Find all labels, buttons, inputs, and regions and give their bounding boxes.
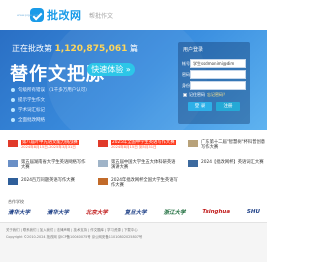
remember-label: 记住密码 — [189, 92, 205, 97]
role-label: 身份 — [182, 83, 190, 88]
partner-logo[interactable]: 浙江大学 — [164, 208, 186, 216]
contest-thumbnail — [98, 140, 108, 147]
remember-row: 记住密码 忘记密码？ — [183, 92, 227, 98]
logo-text: 批改网 — [47, 9, 82, 22]
feature-text: 提示学生作文 — [18, 98, 45, 103]
role-select[interactable] — [190, 81, 246, 90]
contest-thumbnail — [8, 160, 18, 167]
contest-title[interactable]: 2024【批改网杯】英语词汇大赛 — [201, 160, 264, 165]
partner-logo[interactable]: 清华大学 — [8, 208, 30, 216]
feature-item: 提示学生作文 — [11, 95, 90, 105]
partners-title: 合作学校 — [8, 199, 24, 204]
contest-date: 2024年8月15日 到5月31日 — [111, 145, 157, 149]
partner-logo[interactable]: 清华大学 — [47, 208, 69, 216]
bullet-icon — [11, 118, 15, 122]
username-label: 帐号 — [182, 61, 190, 66]
list-item[interactable]: 2024【批改网杯】英语词汇大赛 — [188, 160, 272, 167]
list-item[interactable]: 第五届中国大学生五大体科研英语 演讲大赛 — [98, 160, 182, 170]
list-item[interactable]: 第八届叶中先语文能力挑战赛 2024年8月15日-2025年3月31日 — [8, 140, 92, 150]
contest-thumbnail — [8, 178, 18, 185]
list-item[interactable]: 2024年批改网杯全国大学生英语写 作大赛 — [98, 178, 182, 188]
partner-logo[interactable]: Tsinghua — [202, 209, 230, 215]
footer-links[interactable]: 关于我们 | 联系我们 | 加入我们 | 法律声明 | 技术支持 | 作文题库 … — [6, 227, 138, 232]
header-tagline: 帮批作文 — [89, 13, 114, 20]
contest-thumbnail — [98, 178, 108, 185]
feature-item: 学术词汇标记 — [11, 105, 90, 115]
partner-logos: 清华大学 清华大学 北京大学 复旦大学 浙江大学 Tsinghua SHU — [8, 206, 260, 218]
bullet-icon — [11, 108, 15, 112]
password-label: 密码 — [182, 72, 190, 77]
feature-text: 全面批改网络 — [18, 118, 45, 123]
list-item[interactable]: 2024百万同题英语写作大赛 — [8, 178, 92, 185]
login-button[interactable]: 登 录 — [188, 102, 212, 111]
bullet-icon — [11, 88, 15, 92]
contest-thumbnail — [188, 160, 198, 167]
partner-logo[interactable]: SHU — [247, 209, 260, 215]
site-header: 批改网 www.pigai.org 帮批作文 — [0, 0, 267, 30]
partner-logo[interactable]: 北京大学 — [86, 208, 108, 216]
logo-url: www.pigai.org — [17, 13, 39, 17]
quick-try-button[interactable]: 快速体验 » — [87, 63, 135, 76]
login-panel: 用户登录 帐号 学生ssdmonimi@dim 密码 身份 记住密码 忘记密码？… — [178, 42, 250, 124]
counter-suffix: 篇 — [129, 44, 138, 53]
bullet-icon — [11, 98, 15, 102]
counter-number: 1,120,875,061 — [54, 44, 128, 54]
contest-thumbnail — [188, 140, 198, 147]
feature-item: 全面批改网络 — [11, 115, 90, 125]
feature-list: 句级所有错误 （1千多万用户认可） 提示学生作文 学术词汇标记 全面批改网络 — [11, 85, 90, 125]
list-item[interactable]: 第五届湖南省大学生英语网络写作 大赛 — [8, 160, 92, 170]
feature-text: 学术词汇标记 — [18, 108, 45, 113]
contest-thumbnail — [8, 140, 18, 147]
password-field[interactable] — [190, 70, 246, 79]
partner-logo[interactable]: 复旦大学 — [125, 208, 147, 216]
contest-title[interactable]: 第五届湖南省大学生英语网络写作 大赛 — [21, 160, 85, 170]
list-item[interactable]: 广东第十二届"智慧树"杯科普创意 写作大赛 — [188, 140, 272, 150]
username-field[interactable]: 学生ssdmonimi@dim — [190, 59, 246, 68]
feature-text: 句级所有错误 （1千多万用户认可） — [18, 88, 90, 93]
contest-thumbnail — [98, 160, 108, 167]
register-button[interactable]: 注册 — [216, 102, 240, 111]
contest-title[interactable]: 第五届中国大学生五大体科研英语 演讲大赛 — [111, 160, 175, 170]
contest-title[interactable]: 2024百万同题英语写作大赛 — [21, 178, 75, 183]
contest-title[interactable]: 广东第十二届"智慧树"杯科普创意 写作大赛 — [201, 140, 265, 150]
footer-copyright: Copyright ©2010-2024 批改网 京ICP备10040075号 … — [6, 235, 143, 239]
list-item[interactable]: 2025年全国中学生英语写作大赛 2024年8月15日 到5月31日 — [98, 140, 182, 150]
contest-title[interactable]: 2024年批改网杯全国大学生英语写 作大赛 — [111, 178, 178, 188]
site-footer: 关于我们 | 联系我们 | 加入我们 | 法律声明 | 技术支持 | 作文题库 … — [0, 222, 267, 262]
login-title: 用户登录 — [183, 47, 204, 53]
forgot-password-link[interactable]: 忘记密码？ — [207, 92, 227, 98]
contest-date: 2024年8月15日-2025年3月31日 — [21, 145, 76, 149]
feature-item: 句级所有错误 （1千多万用户认可） — [11, 85, 90, 95]
counter-prefix: 正在批改第 — [12, 44, 52, 53]
hero-banner: 正在批改第 1,120,875,061 篇 替作文把脉 快速体验 » 句级所有错… — [0, 30, 267, 130]
essay-counter: 正在批改第 1,120,875,061 篇 — [12, 43, 138, 54]
remember-checkbox[interactable] — [183, 93, 187, 97]
